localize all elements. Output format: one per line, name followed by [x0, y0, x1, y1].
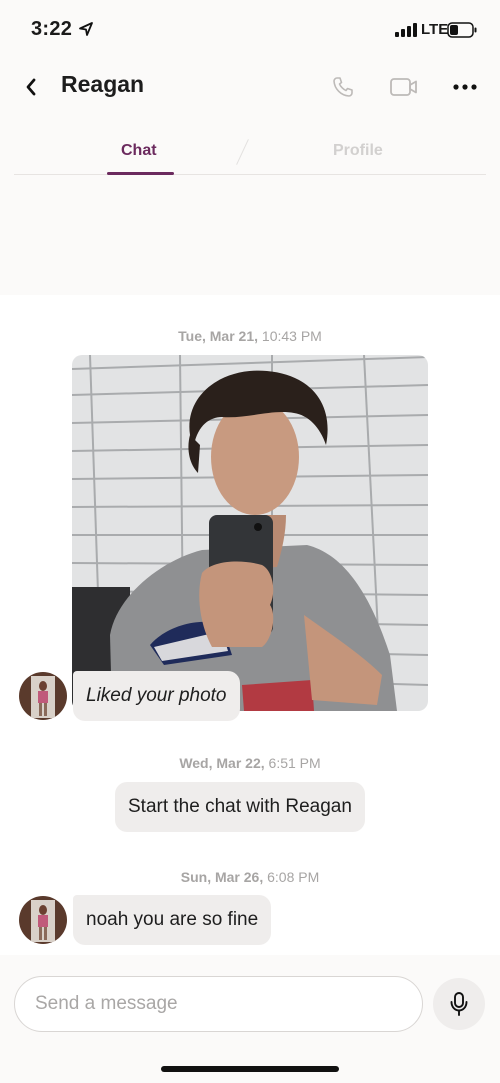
message-composer — [0, 976, 500, 1036]
avatar-image — [19, 896, 67, 944]
status-bar: 3:22 LTE — [0, 0, 500, 58]
phone-icon — [333, 77, 353, 97]
photo-image — [72, 355, 428, 711]
incoming-message-bubble[interactable]: noah you are so fine — [73, 895, 272, 945]
tab-divider — [236, 139, 249, 165]
date-separator: Wed, Mar 22, 6:51 PM — [179, 755, 321, 771]
contact-avatar[interactable] — [19, 672, 67, 720]
tab-chat[interactable]: Chat — [121, 142, 157, 160]
video-camera-icon — [390, 78, 417, 96]
chat-header: Reagan — [0, 58, 500, 114]
more-options-button[interactable] — [450, 72, 480, 102]
network-label: LTE — [421, 21, 449, 38]
video-call-button[interactable] — [389, 72, 419, 102]
tab-bar: Chat Profile — [14, 128, 486, 175]
battery-icon — [447, 22, 477, 38]
contact-name: Reagan — [61, 71, 145, 97]
tab-profile[interactable]: Profile — [333, 142, 383, 160]
back-chevron-icon — [26, 78, 36, 96]
voice-call-button[interactable] — [328, 72, 358, 102]
home-indicator[interactable] — [161, 1066, 339, 1072]
conversation-area[interactable]: Tue, Mar 21, 10:43 PM Liked your photo W… — [0, 295, 500, 955]
microphone-icon — [450, 992, 468, 1016]
active-tab-indicator — [107, 172, 174, 175]
contact-avatar[interactable] — [19, 896, 67, 944]
avatar-image — [19, 672, 67, 720]
liked-photo[interactable] — [72, 355, 428, 711]
date-separator: Tue, Mar 21, 10:43 PM — [178, 328, 322, 344]
location-arrow-icon — [79, 22, 93, 36]
more-dots-icon — [453, 84, 477, 90]
status-time: 3:22 — [31, 18, 73, 40]
back-button[interactable] — [18, 74, 44, 100]
date-separator: Sun, Mar 26, 6:08 PM — [180, 869, 320, 885]
message-input[interactable] — [14, 976, 423, 1032]
liked-photo-bubble[interactable]: Liked your photo — [73, 671, 240, 721]
signal-icon — [395, 23, 417, 37]
system-start-chat-bubble: Start the chat with Reagan — [115, 782, 365, 832]
voice-message-button[interactable] — [433, 978, 485, 1030]
